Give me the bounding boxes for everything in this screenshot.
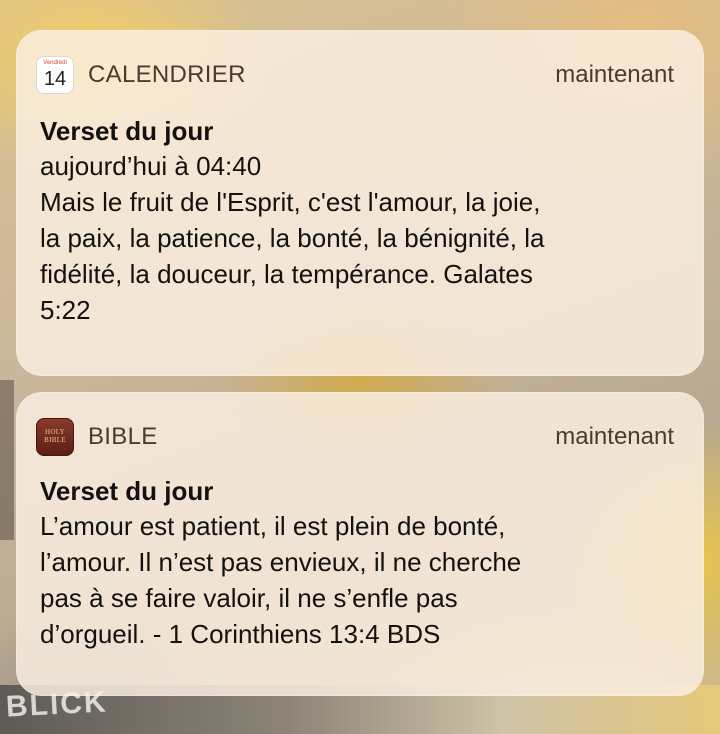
calendar-icon: Vendredi 14: [36, 56, 74, 94]
app-name: BIBLE: [88, 423, 158, 450]
notification-calendar[interactable]: Vendredi 14 CALENDRIER maintenant Verset…: [16, 30, 704, 376]
notification-title: Verset du jour: [40, 116, 214, 146]
notification-line: aujourd’hui à 04:40: [40, 151, 262, 181]
notification-header: HOLY BIBLE BIBLE maintenant: [16, 392, 704, 472]
notification-body: Verset du jour L’amour est patient, il e…: [40, 474, 680, 652]
notification-body: Verset du jour aujourd’hui à 04:40 Mais …: [40, 114, 680, 328]
calendar-icon-weekday: Vendredi: [43, 60, 67, 66]
notification-time: maintenant: [555, 61, 674, 88]
bible-icon: HOLY BIBLE: [36, 418, 74, 456]
calendar-icon-day: 14: [43, 68, 67, 90]
notification-line: 5:22: [40, 295, 91, 325]
notification-line: la paix, la patience, la bonté, la bénig…: [40, 223, 545, 253]
notification-line: l’amour. Il n’est pas envieux, il ne che…: [40, 547, 522, 577]
notification-line: d’orgueil. - 1 Corinthiens 13:4 BDS: [40, 619, 441, 649]
bible-icon-label: HOLY BIBLE: [44, 428, 66, 444]
notification-line: L’amour est patient, il est plein de bon…: [40, 511, 506, 541]
notification-line: fidélité, la douceur, la tempérance. Gal…: [40, 259, 533, 289]
notification-line: pas à se faire valoir, il ne s’enfle pas: [40, 583, 458, 613]
wallpaper-edge: [0, 380, 14, 540]
notification-bible[interactable]: HOLY BIBLE BIBLE maintenant Verset du jo…: [16, 392, 704, 696]
notification-header: Vendredi 14 CALENDRIER maintenant: [16, 30, 704, 110]
notification-title: Verset du jour: [40, 476, 214, 506]
notification-line: Mais le fruit de l'Esprit, c'est l'amour…: [40, 187, 541, 217]
notification-time: maintenant: [555, 423, 674, 450]
app-name: CALENDRIER: [88, 61, 246, 88]
